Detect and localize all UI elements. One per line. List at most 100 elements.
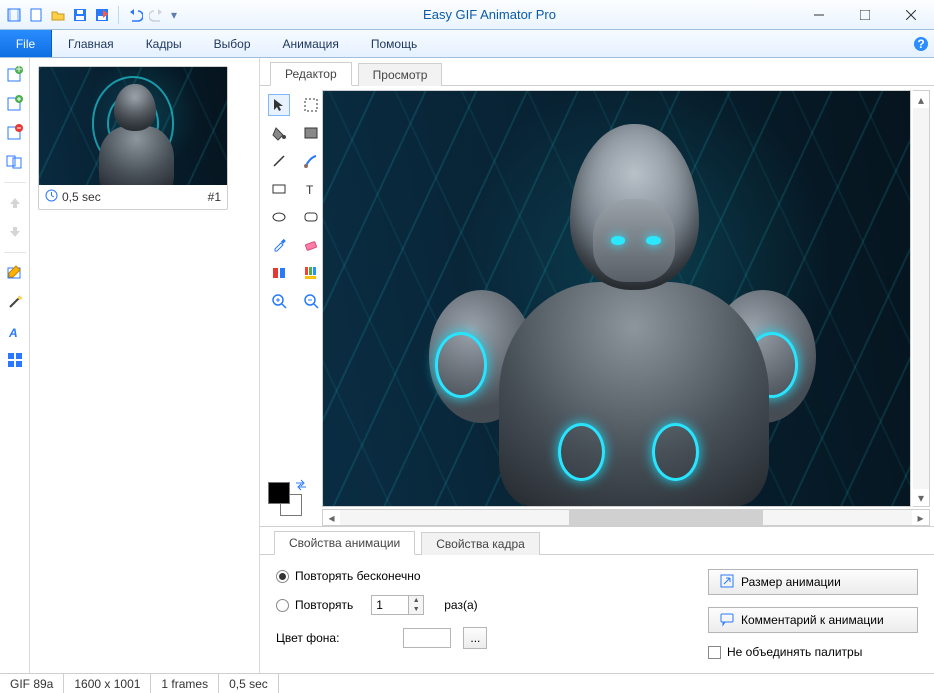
qat-new-icon[interactable] <box>28 7 44 23</box>
main-area: Редактор Просмотр T <box>260 58 934 673</box>
separator <box>4 252 26 253</box>
qat-reel-icon[interactable] <box>6 7 22 23</box>
qat-save-icon[interactable] <box>72 7 88 23</box>
arrow-down-icon[interactable] <box>4 221 26 243</box>
animation-comment-button[interactable]: Комментарий к анимации <box>708 607 918 633</box>
scroll-right-icon[interactable]: ▸ <box>912 510 929 525</box>
no-merge-checkbox-row[interactable]: Не объединять палитры <box>708 645 918 659</box>
flip-tool-icon[interactable] <box>268 262 290 284</box>
tab-frame-props[interactable]: Свойства кадра <box>421 532 540 555</box>
scroll-up-icon[interactable]: ▴ <box>913 91 929 108</box>
frame-insert-icon[interactable] <box>4 93 26 115</box>
swap-colors-icon[interactable] <box>294 478 308 495</box>
text-tool-icon[interactable]: T <box>300 178 322 200</box>
scroll-track[interactable] <box>913 108 929 489</box>
eyedrop-tool-icon[interactable] <box>268 234 290 256</box>
editor-body: T <box>260 86 934 527</box>
file-tab[interactable]: File <box>0 30 52 57</box>
separator <box>4 182 26 183</box>
window-title: Easy GIF Animator Pro <box>183 7 796 22</box>
repeat-forever-radio[interactable]: Повторять бесконечно <box>276 569 556 583</box>
property-body: Повторять бесконечно Повторять ▲▼ раз(а)… <box>260 555 934 673</box>
repeat-count-radio[interactable]: Повторять ▲▼ раз(а) <box>276 595 556 615</box>
frames-panel: 0,5 sec #1 <box>30 58 260 673</box>
checkbox-icon[interactable] <box>708 646 721 659</box>
scroll-left-icon[interactable]: ◂ <box>323 510 340 525</box>
vertical-scrollbar[interactable]: ▴ ▾ <box>913 90 930 507</box>
tab-help[interactable]: Помощь <box>355 30 433 57</box>
no-merge-label: Не объединять палитры <box>727 645 862 659</box>
repeat-count-input[interactable] <box>371 595 409 615</box>
marquee-tool-icon[interactable] <box>300 94 322 116</box>
clock-icon <box>45 189 58 205</box>
line-tool-icon[interactable] <box>268 150 290 172</box>
qat-open-icon[interactable] <box>50 7 66 23</box>
scroll-down-icon[interactable]: ▾ <box>913 489 929 506</box>
text-tool-icon[interactable]: A <box>4 320 26 342</box>
rect-fill-tool-icon[interactable] <box>300 122 322 144</box>
close-button[interactable] <box>888 0 934 30</box>
ellipse-tool-icon[interactable] <box>268 206 290 228</box>
left-toolbar: + A <box>0 58 30 673</box>
foreground-color[interactable] <box>268 482 290 504</box>
status-frames: 1 frames <box>151 674 219 693</box>
color-swatches[interactable] <box>260 476 322 526</box>
zoom-in-icon[interactable] <box>268 290 290 312</box>
repeat-count-stepper[interactable]: ▲▼ <box>371 595 424 615</box>
frame-props-icon[interactable] <box>4 151 26 173</box>
help-icon[interactable]: ? <box>908 30 934 57</box>
rounded-tool-icon[interactable] <box>300 206 322 228</box>
animation-comment-label: Комментарий к анимации <box>741 613 884 627</box>
horizontal-scrollbar[interactable]: ◂ ▸ <box>322 509 930 526</box>
arrow-up-icon[interactable] <box>4 192 26 214</box>
canvas-area: ▴ ▾ ◂ ▸ <box>322 86 934 526</box>
canvas[interactable] <box>322 90 911 507</box>
brush-tool-icon[interactable] <box>300 150 322 172</box>
spin-down-icon[interactable]: ▼ <box>409 605 423 614</box>
qat-redo-icon[interactable] <box>149 7 165 23</box>
tab-main[interactable]: Главная <box>52 30 130 57</box>
separator <box>118 6 119 24</box>
zoom-out-icon[interactable] <box>300 290 322 312</box>
bgcolor-swatch[interactable] <box>403 628 451 648</box>
scroll-thumb[interactable] <box>569 510 763 525</box>
bgcolor-picker-button[interactable]: ... <box>463 627 487 649</box>
scroll-track[interactable] <box>340 510 912 525</box>
eraser-tool-icon[interactable] <box>300 234 322 256</box>
tab-editor[interactable]: Редактор <box>270 62 352 86</box>
radio-icon[interactable] <box>276 599 289 612</box>
minimize-button[interactable] <box>796 0 842 30</box>
tab-anim-props[interactable]: Свойства анимации <box>274 531 415 555</box>
rect-tool-icon[interactable] <box>268 178 290 200</box>
svg-text:T: T <box>306 183 314 197</box>
pointer-tool-icon[interactable] <box>268 94 290 116</box>
maximize-button[interactable] <box>842 0 888 30</box>
svg-text:A: A <box>8 326 18 340</box>
tab-animation[interactable]: Анимация <box>267 30 355 57</box>
frame-duration: 0,5 sec <box>62 190 101 204</box>
grid-icon[interactable] <box>4 349 26 371</box>
frame-thumbnail <box>39 67 227 185</box>
animation-size-button[interactable]: Размер анимации <box>708 569 918 595</box>
tab-preview[interactable]: Просмотр <box>358 63 443 86</box>
bgcolor-label: Цвет фона: <box>276 631 339 645</box>
frame-index: #1 <box>208 190 221 204</box>
quick-access-toolbar: ▾ <box>0 6 183 24</box>
frame-delete-icon[interactable] <box>4 122 26 144</box>
tab-frames[interactable]: Кадры <box>130 30 198 57</box>
title-bar: ▾ Easy GIF Animator Pro <box>0 0 934 30</box>
radio-icon[interactable] <box>276 570 289 583</box>
tab-selection[interactable]: Выбор <box>198 30 267 57</box>
frame-add-icon[interactable]: + <box>4 64 26 86</box>
property-tabs: Свойства анимации Свойства кадра <box>260 527 934 555</box>
animation-size-label: Размер анимации <box>741 575 841 589</box>
edit-icon[interactable] <box>4 262 26 284</box>
palette-tool-icon[interactable] <box>300 262 322 284</box>
wand-icon[interactable] <box>4 291 26 313</box>
spin-up-icon[interactable]: ▲ <box>409 596 423 605</box>
qat-dropdown-icon[interactable]: ▾ <box>171 8 177 22</box>
frame-card[interactable]: 0,5 sec #1 <box>38 66 228 210</box>
fill-tool-icon[interactable] <box>268 122 290 144</box>
qat-saveas-icon[interactable] <box>94 7 110 23</box>
qat-undo-icon[interactable] <box>127 7 143 23</box>
